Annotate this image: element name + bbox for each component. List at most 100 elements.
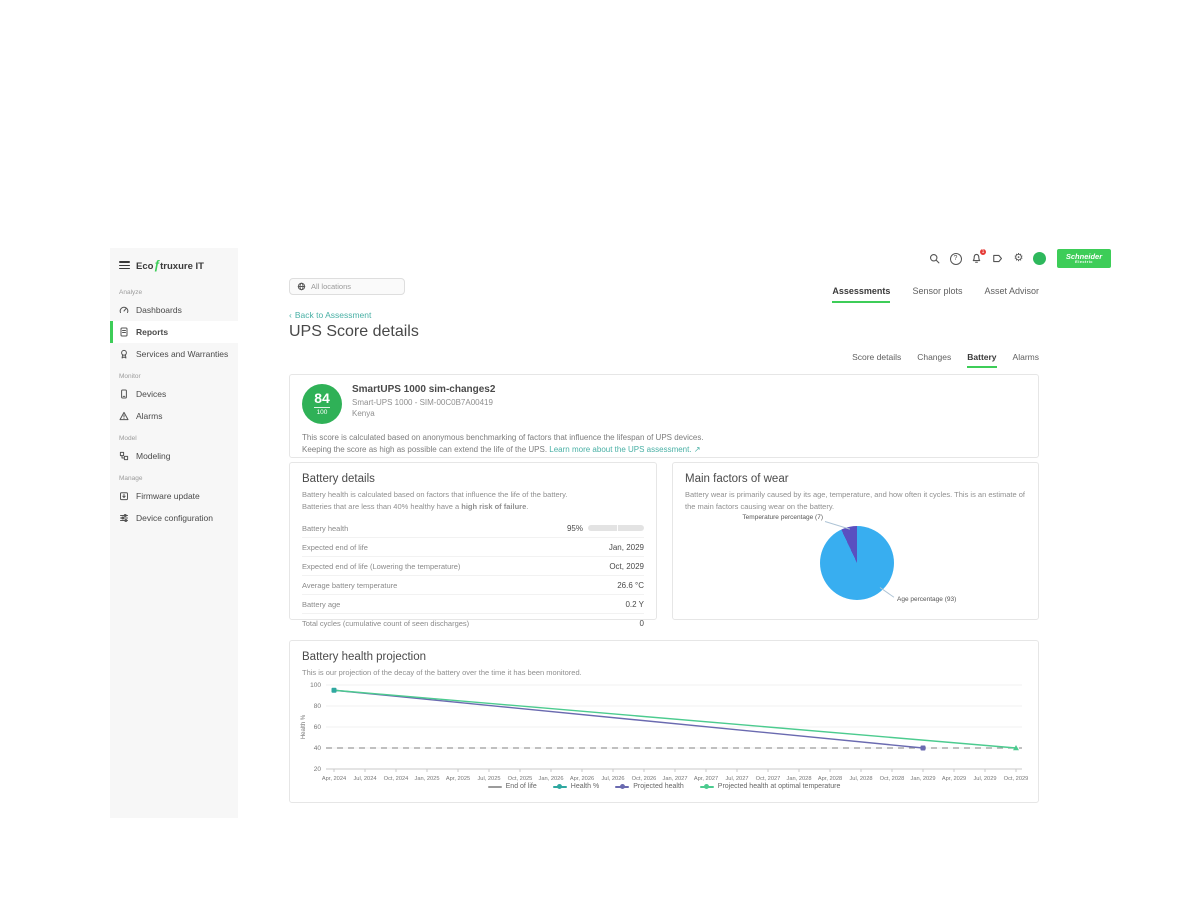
account-avatar[interactable] [1033,252,1046,265]
settings-icon[interactable]: ⚙ [1012,252,1025,266]
svg-text:Jul, 2024: Jul, 2024 [353,776,376,782]
device-configuration-icon [119,513,129,523]
score-description-line2-text: Keeping the score as high as possible ca… [302,445,547,454]
svg-text:Jan, 2029: Jan, 2029 [911,776,936,782]
svg-text:Oct, 2024: Oct, 2024 [384,776,409,782]
learn-more-link[interactable]: Learn more about the UPS assessment. ↗ [549,445,700,454]
svg-text:100: 100 [310,682,321,689]
logo-text-suffix: truxure IT [160,261,204,272]
legend-marker-icon [615,786,629,788]
schneider-electric-logo[interactable]: Schneider Electric [1057,249,1111,268]
sidebar-item-device-configuration[interactable]: Device configuration [110,507,238,529]
svg-text:Jul, 2026: Jul, 2026 [601,776,624,782]
wear-factors-description: Battery wear is primarily caused by its … [685,489,1026,512]
location-filter-value: All locations [311,282,351,291]
legend-dot-icon [620,784,625,789]
svg-text:Apr, 2028: Apr, 2028 [818,776,842,782]
pie-callout-line [880,587,894,598]
dashboards-icon [119,305,129,315]
table-row: Total cycles (cumulative count of seen d… [302,614,644,632]
tab-sensor-plots[interactable]: Sensor plots [912,286,962,303]
feedback-icon[interactable] [991,252,1004,266]
table-row: Average battery temperature 26.6 °C [302,576,644,595]
battery-details-card: Battery details Battery health is calcul… [289,462,657,620]
desc-line2-bold: high risk of failure [461,502,526,511]
row-value: 0 [640,619,644,628]
sidebar-item-label: Devices [136,389,166,399]
battery-details-description: Battery health is calculated based on fa… [302,489,644,512]
svg-text:60: 60 [314,724,322,731]
svg-text:Oct, 2029: Oct, 2029 [1004,776,1028,782]
notifications-icon[interactable]: 1 [970,252,983,266]
pie-label-age: Age percentage (93) [897,596,956,603]
feedback-icon-glyph [992,253,1003,264]
legend-dot-icon [557,784,562,789]
row-label: Battery age [302,600,340,609]
tab-battery[interactable]: Battery [967,352,996,368]
sidebar-item-modeling[interactable]: Modeling [110,445,238,467]
row-value: Jan, 2029 [609,543,644,552]
sidebar-item-devices[interactable]: Devices [110,383,238,405]
legend-label: Health % [571,783,599,790]
sidebar-item-label: Device configuration [136,513,213,523]
search-icon-glyph [929,253,940,264]
svg-text:Health %: Health % [301,714,307,739]
legend-label: End of life [506,783,537,790]
table-row: Battery age 0.2 Y [302,595,644,614]
device-model-serial: Smart-UPS 1000 - SIM-00C0B7A00419 [352,398,495,407]
sidebar-header: Ecoƒtruxure IT [110,248,238,281]
section-label-model: Model [110,427,238,445]
table-row: Expected end of life (Lowering the tempe… [302,557,644,576]
legend-marker-icon [700,786,714,788]
pie-callout-line [825,521,850,530]
topbar: ? 1 ⚙ Schneider Electric [928,249,1111,268]
back-link-label: Back to Assessment [295,310,372,320]
tab-assessments[interactable]: Assessments [832,286,890,303]
legend-item[interactable]: Projected health [615,783,684,790]
svg-text:Jan, 2025: Jan, 2025 [415,776,440,782]
sidebar: Ecoƒtruxure IT Analyze Dashboards Report… [110,248,238,818]
row-label: Battery health [302,524,348,533]
tab-score-details[interactable]: Score details [852,352,901,368]
sidebar-item-label: Dashboards [136,305,182,315]
sidebar-item-alarms[interactable]: Alarms [110,405,238,427]
tab-alarms[interactable]: Alarms [1013,352,1039,368]
score-description: This score is calculated based on anonym… [302,432,1026,457]
sidebar-item-firmware-update[interactable]: Firmware update [110,485,238,507]
legend-item[interactable]: Projected health at optimal temperature [700,783,841,790]
legend-item[interactable]: Health % [553,783,599,790]
score-description-line2: Keeping the score as high as possible ca… [302,444,1026,456]
section-label-manage: Manage [110,467,238,485]
services-warranties-icon [119,349,129,359]
firmware-update-icon [119,491,129,501]
globe-icon [297,282,306,291]
svg-text:Jan, 2028: Jan, 2028 [787,776,812,782]
health-projection-card: Battery health projection This is our pr… [289,640,1039,803]
help-icon-glyph: ? [950,253,962,265]
sidebar-item-reports[interactable]: Reports [110,321,238,343]
main-content: All locations Assessments Sensor plots A… [289,270,1039,810]
sidebar-item-services-and-warranties[interactable]: Services and Warranties [110,343,238,365]
devices-icon [119,389,129,399]
search-icon[interactable] [928,252,941,266]
help-icon[interactable]: ? [949,252,962,266]
svg-text:80: 80 [314,703,322,710]
battery-details-title: Battery details [302,473,644,485]
desc-line2-prefix: Batteries that are less than 40% healthy… [302,502,461,511]
legend-item[interactable]: End of life [488,783,537,790]
back-to-assessment-link[interactable]: ‹ Back to Assessment [289,310,371,320]
tab-asset-advisor[interactable]: Asset Advisor [984,286,1039,303]
app-canvas: Ecoƒtruxure IT Analyze Dashboards Report… [0,0,1200,900]
table-row: Battery health 95% [302,519,644,538]
score-card: 84 100 SmartUPS 1000 sim-changes2 Smart-… [289,374,1039,458]
tab-changes[interactable]: Changes [917,352,951,368]
wear-factors-title: Main factors of wear [685,473,1026,485]
sidebar-item-dashboards[interactable]: Dashboards [110,299,238,321]
logo-text-prefix: Eco [136,261,153,272]
location-filter[interactable]: All locations [289,278,405,295]
health-projection-chart[interactable]: 20406080100Apr, 2024Jul, 2024Oct, 2024Ja… [298,675,1028,795]
sidebar-item-label: Services and Warranties [136,349,228,359]
svg-text:Jul, 2028: Jul, 2028 [849,776,872,782]
external-link-icon: ↗ [694,445,701,454]
menu-icon[interactable] [119,261,130,269]
